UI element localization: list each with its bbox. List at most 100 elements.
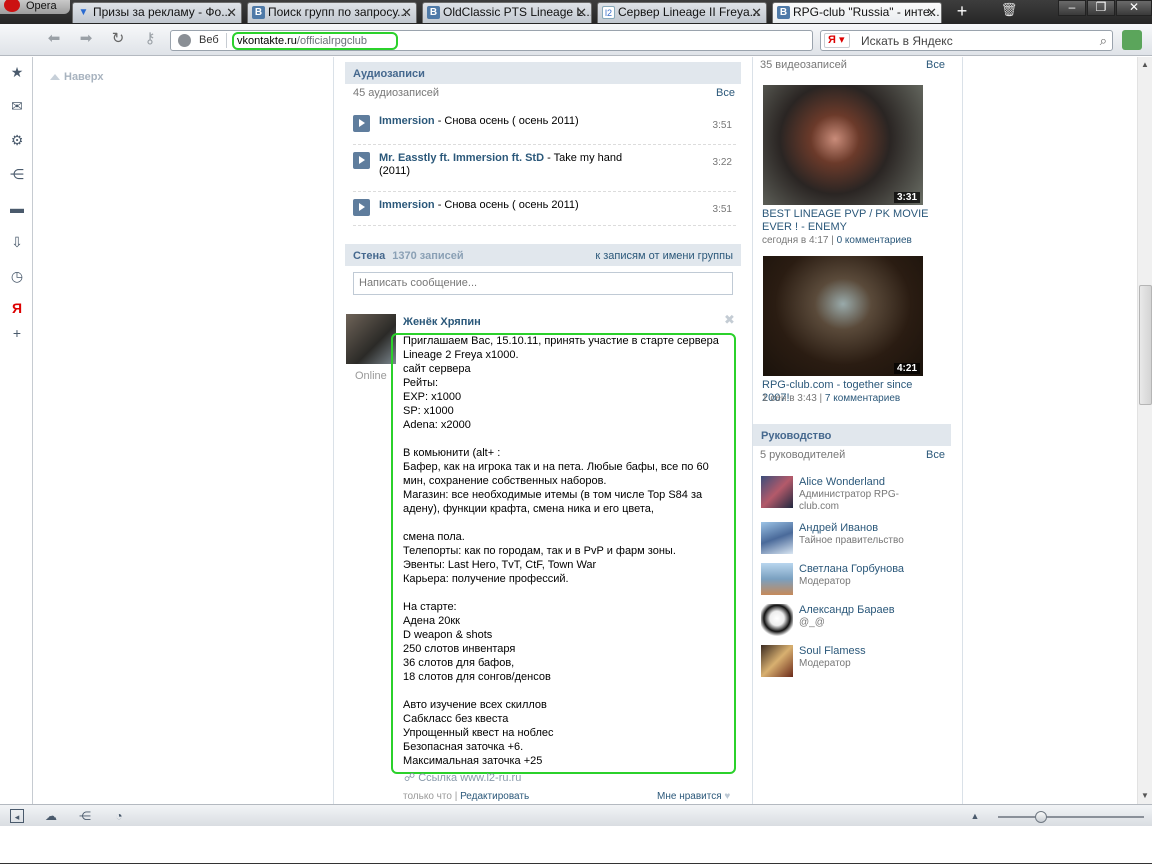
- like-button[interactable]: Мне нравится ♥: [657, 791, 730, 802]
- trash-icon[interactable]: 🗑: [998, 2, 1020, 20]
- track-artist[interactable]: Mr. Easstly ft. Immersion ft. StD: [379, 152, 544, 164]
- wall-header[interactable]: Стена 1370 записей к записям от имени гр…: [345, 244, 741, 266]
- delete-post-icon[interactable]: ✖: [724, 312, 735, 328]
- tab-3[interactable]: В OldClassic PTS Lineage L... ✕: [422, 2, 592, 23]
- speed-dial-icon[interactable]: ◔: [112, 809, 126, 823]
- scroll-to-top-button[interactable]: Наверх: [50, 71, 104, 83]
- avatar[interactable]: [761, 522, 793, 554]
- tab-2-close-icon[interactable]: ✕: [401, 3, 412, 22]
- avatar[interactable]: [761, 645, 793, 677]
- tab-4-close-icon[interactable]: ✕: [751, 3, 762, 22]
- track-title: Immersion - Снова осень ( осень 2011): [379, 115, 649, 128]
- mail-envelope-icon[interactable]: ✉: [9, 98, 25, 114]
- maximize-icon[interactable]: ❐: [1087, 0, 1115, 16]
- yandex-icon[interactable]: Я: [9, 300, 25, 316]
- navigation-bar: ⬅ ➡ ↻ ⚷ Веб vkontakte.ru/officialrpgclub…: [0, 24, 1152, 56]
- scroll-up-arrow-icon[interactable]: ▲: [1141, 60, 1149, 69]
- zoom-slider-handle[interactable]: [1035, 811, 1047, 823]
- leader-name[interactable]: Alice Wonderland: [799, 476, 885, 488]
- play-icon[interactable]: [353, 115, 370, 132]
- downloads-icon[interactable]: ⇩: [9, 234, 25, 250]
- leader-item[interactable]: Alice Wonderland Администратор RPG-club.…: [761, 476, 951, 512]
- wall-message-input[interactable]: Написать сообщение...: [353, 272, 733, 295]
- video-title[interactable]: BEST LINEAGE PVP / PK MOVIE EVER ! - ENE…: [762, 208, 942, 234]
- avatar[interactable]: [761, 604, 793, 636]
- audio-all-link[interactable]: Все: [716, 87, 735, 99]
- wall-filter-link[interactable]: к записям от имени группы: [595, 250, 733, 262]
- back-arrow-icon[interactable]: ⬅: [44, 31, 64, 49]
- leader-name[interactable]: Андрей Иванов: [799, 522, 878, 534]
- mail-icon[interactable]: [1122, 30, 1142, 50]
- search-field[interactable]: Я ▾ Искать в Яндекс ⌕: [820, 30, 1113, 51]
- url-field[interactable]: vkontakte.ru/officialrpgclub: [232, 32, 398, 50]
- tab-5-close-icon[interactable]: ✕: [926, 3, 937, 22]
- leader-item[interactable]: Андрей Иванов Тайное правительство: [761, 522, 951, 558]
- reload-icon[interactable]: ↻: [108, 31, 128, 49]
- opera-menu-button[interactable]: Opera: [0, 0, 70, 14]
- tab-5-active[interactable]: В RPG-club "Russia" - инте... ✕: [772, 2, 942, 23]
- cloud-icon[interactable]: ☁: [44, 809, 58, 823]
- settings-gear-icon[interactable]: ⚙: [9, 132, 25, 148]
- leader-item[interactable]: Светлана Горбунова Модератор: [761, 563, 951, 599]
- leader-name[interactable]: Светлана Горбунова: [799, 563, 904, 575]
- tab-3-label: OldClassic PTS Lineage L...: [443, 5, 592, 19]
- post-line: сайт сервера: [403, 363, 471, 375]
- add-panel-plus-icon[interactable]: +: [9, 325, 25, 341]
- avatar[interactable]: [761, 563, 793, 595]
- scrollbar-thumb[interactable]: [1139, 285, 1152, 405]
- panel-toggle-icon[interactable]: ◂: [10, 809, 24, 823]
- post-author[interactable]: Женёк Хряпин: [403, 316, 481, 328]
- video-thumbnail[interactable]: 4:21: [763, 256, 923, 376]
- unite-share-icon[interactable]: ⋲: [9, 166, 25, 182]
- post-link[interactable]: ☍ Ссылка www.l2-ru.ru: [404, 771, 521, 784]
- audio-header[interactable]: Аудиозаписи: [345, 62, 741, 84]
- avatar[interactable]: [346, 314, 396, 364]
- track-artist[interactable]: Immersion: [379, 199, 435, 211]
- videos-all-link[interactable]: Все: [926, 59, 945, 71]
- leaders-all-link[interactable]: Все: [926, 449, 945, 461]
- post-line: [403, 432, 733, 446]
- video-thumbnail[interactable]: 3:31: [763, 85, 923, 205]
- close-window-icon[interactable]: ✕: [1116, 0, 1152, 16]
- history-clock-icon[interactable]: ◷: [9, 268, 25, 284]
- tab-1-close-icon[interactable]: ✕: [226, 3, 237, 22]
- post-line: Телепорты: как по городам, так и в PvP и…: [403, 545, 676, 557]
- edit-post-link[interactable]: Редактировать: [460, 791, 529, 802]
- key-icon[interactable]: ⚷: [140, 31, 160, 49]
- video-comments-link[interactable]: 7 комментариев: [825, 393, 900, 404]
- yandex-engine-selector[interactable]: Я ▾: [824, 33, 850, 48]
- view-up-arrow-icon[interactable]: ▲: [968, 809, 982, 823]
- play-icon[interactable]: [353, 152, 370, 169]
- new-tab-plus-icon[interactable]: +: [950, 2, 974, 22]
- scroll-down-arrow-icon[interactable]: ▼: [1141, 791, 1149, 800]
- leader-item[interactable]: Soul Flamess Модератор: [761, 645, 951, 681]
- search-icon[interactable]: ⌕: [1100, 33, 1107, 49]
- leader-name[interactable]: Soul Flamess: [799, 645, 866, 657]
- notes-icon[interactable]: ▬: [9, 200, 25, 216]
- tab-3-close-icon[interactable]: ✕: [576, 3, 587, 22]
- zoom-slider-track[interactable]: [998, 816, 1144, 818]
- track-title: Immersion - Снова осень ( осень 2011): [379, 199, 649, 212]
- audio-track[interactable]: Immersion - Снова осень ( осень 2011) 3:…: [353, 199, 736, 226]
- unite-icon[interactable]: ⋲: [78, 809, 92, 823]
- bookmarks-star-icon[interactable]: ★: [9, 64, 25, 80]
- track-artist[interactable]: Immersion: [379, 115, 435, 127]
- tab-4[interactable]: l2 Сервер Lineage II Freya... ✕: [597, 2, 767, 23]
- leader-name[interactable]: Александр Бараев: [799, 604, 895, 616]
- audio-track[interactable]: Immersion - Снова осень ( осень 2011) 3:…: [353, 115, 736, 145]
- vertical-scrollbar[interactable]: ▲ ▼: [1137, 57, 1152, 804]
- address-bar[interactable]: Веб vkontakte.ru/officialrpgclub: [170, 30, 813, 51]
- avatar[interactable]: [761, 476, 793, 508]
- play-icon[interactable]: [353, 199, 370, 216]
- post-line: мин, сохранение собственных наборов.: [403, 475, 607, 487]
- leaders-header[interactable]: Руководство: [753, 424, 951, 446]
- audio-track[interactable]: Mr. Easstly ft. Immersion ft. StD - Take…: [353, 152, 736, 192]
- video-comments-link[interactable]: 0 комментариев: [837, 235, 912, 246]
- leader-item[interactable]: Александр Бараев @_@: [761, 604, 951, 640]
- tab-2[interactable]: В Поиск групп по запросу... ✕: [247, 2, 417, 23]
- track-duration: 3:51: [712, 120, 732, 131]
- leader-role: Модератор: [799, 576, 851, 587]
- minimize-icon[interactable]: –: [1058, 0, 1086, 16]
- tab-1[interactable]: ▼ Призы за рекламу - Фо... ✕: [72, 2, 242, 23]
- forward-arrow-icon[interactable]: ➡: [76, 31, 96, 49]
